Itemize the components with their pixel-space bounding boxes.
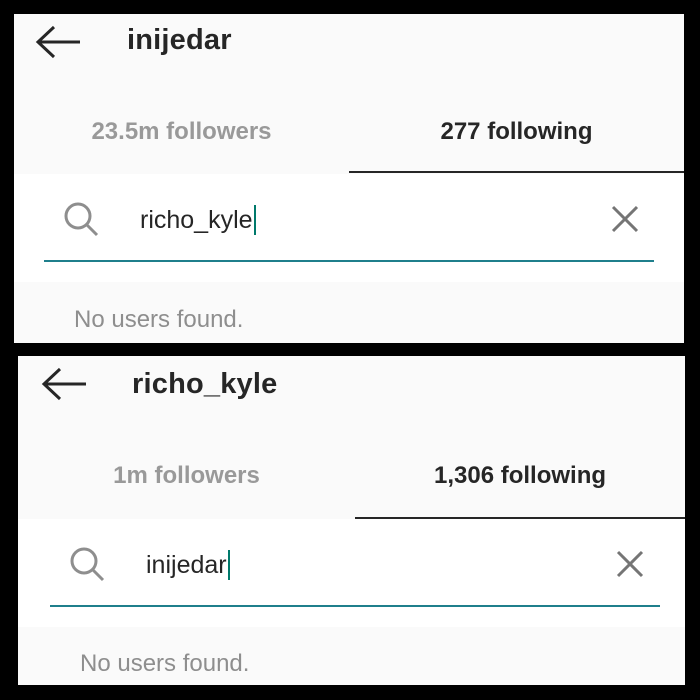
header: inijedar — [14, 14, 684, 72]
empty-results-message: No users found. — [80, 650, 250, 677]
empty-results-message: No users found. — [74, 306, 244, 333]
follow-tabs: 1m followers 1,306 following — [18, 446, 685, 519]
profile-username: richo_kyle — [132, 368, 278, 400]
back-button[interactable] — [34, 24, 82, 60]
search-input[interactable]: inijedar — [146, 547, 230, 583]
search-bar: richo_kyle — [14, 174, 684, 282]
search-underline — [44, 260, 654, 262]
tab-following[interactable]: 1,306 following — [355, 446, 685, 506]
tab-followers[interactable]: 1m followers — [18, 446, 355, 506]
arrow-left-icon — [41, 367, 86, 401]
clear-search-button[interactable] — [613, 547, 647, 581]
follow-tabs: 23.5m followers 277 following — [14, 102, 684, 173]
tab-following[interactable]: 277 following — [349, 102, 684, 162]
screenshot-bottom: richo_kyle 1m followers 1,306 following … — [18, 356, 685, 685]
active-tab-indicator — [349, 171, 684, 173]
arrow-left-icon — [35, 25, 80, 59]
search-bar: inijedar — [18, 519, 685, 627]
back-button[interactable] — [40, 366, 88, 402]
search-icon — [68, 545, 106, 583]
clear-search-button[interactable] — [608, 202, 642, 236]
search-icon — [62, 200, 100, 238]
close-icon — [616, 550, 644, 578]
tab-followers[interactable]: 23.5m followers — [14, 102, 349, 162]
screenshot-top: inijedar 23.5m followers 277 following r… — [14, 14, 684, 343]
search-input[interactable]: richo_kyle — [140, 202, 256, 238]
search-input-value: richo_kyle — [140, 205, 253, 234]
text-caret — [227, 550, 230, 580]
profile-username: inijedar — [127, 24, 232, 56]
header: richo_kyle — [18, 356, 685, 414]
search-underline — [50, 605, 660, 607]
search-input-value: inijedar — [146, 550, 227, 579]
text-caret — [253, 205, 256, 235]
close-icon — [611, 205, 639, 233]
